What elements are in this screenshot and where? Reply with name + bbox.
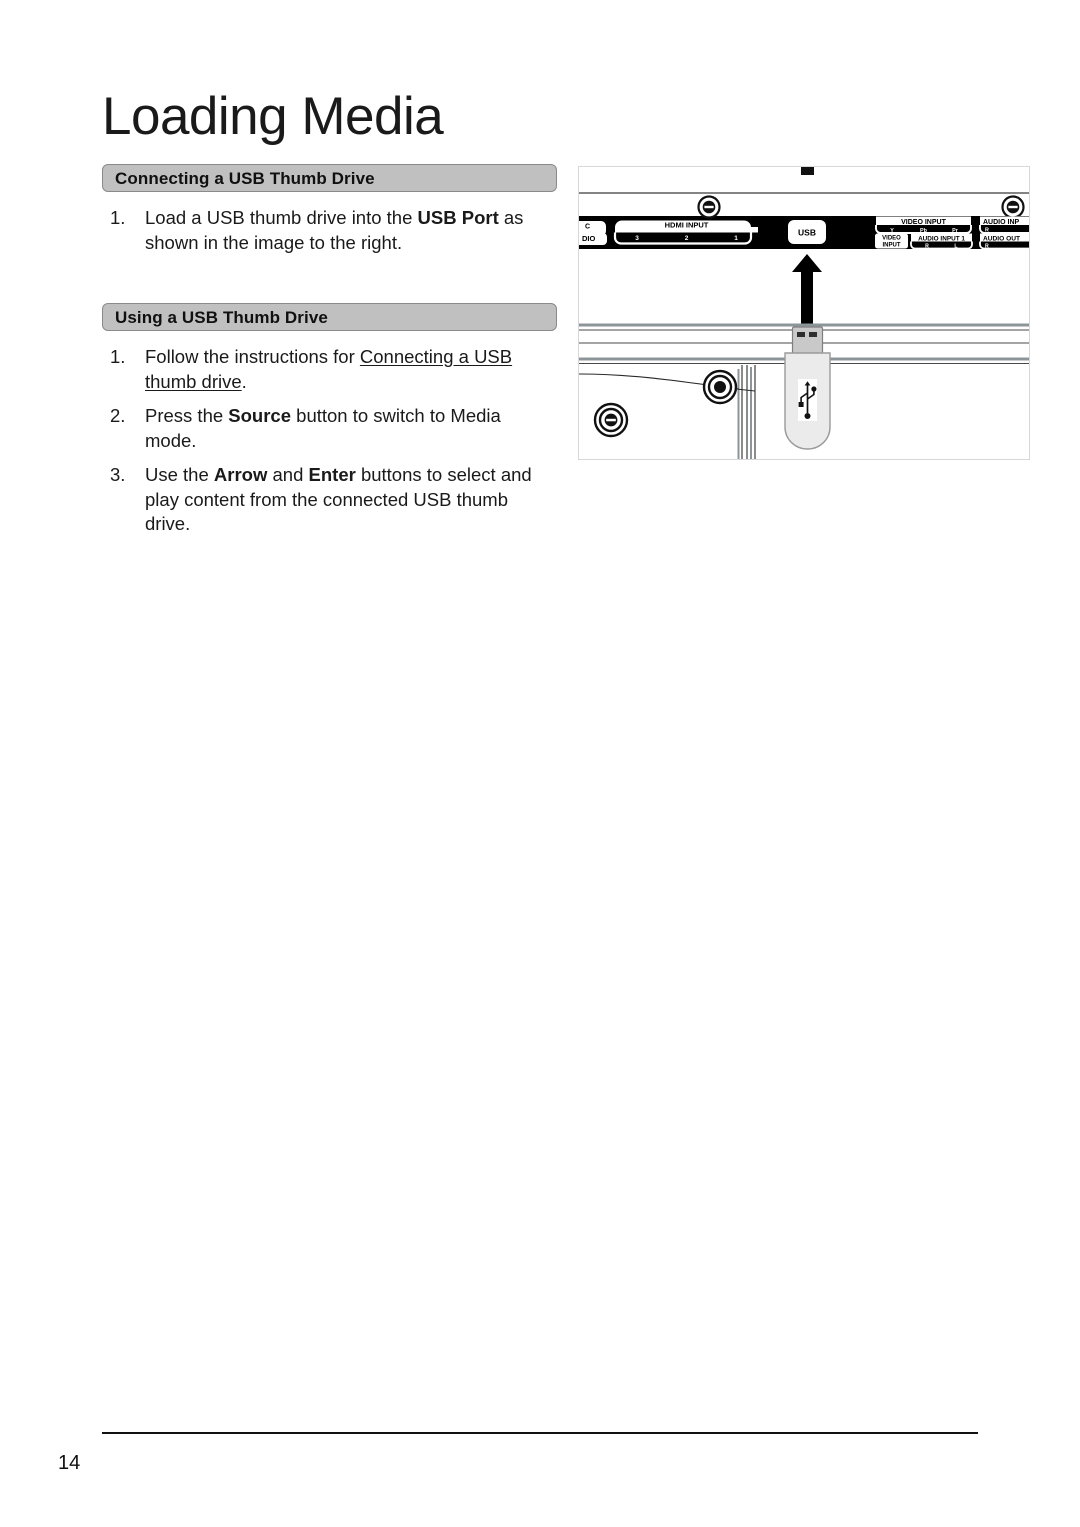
- svg-text:DIO: DIO: [582, 234, 596, 243]
- content-column: Connecting a USB Thumb Drive 1. Load a U…: [102, 164, 557, 563]
- svg-text:AUDIO OUT: AUDIO OUT: [983, 235, 1020, 242]
- video-input-composite-box: VIDEO INPUT: [875, 233, 908, 249]
- section-header-using: Using a USB Thumb Drive: [102, 303, 557, 331]
- list-item-text: Use the Arrow and Enter buttons to selec…: [145, 464, 532, 534]
- tv-rear-panel-illustration: C DIO HDMI INPUT 3 2 1 USB VIDEO INPUT Y…: [579, 167, 1029, 459]
- svg-text:AUDIO INP: AUDIO INP: [983, 219, 1020, 226]
- list-item: 3. Use the Arrow and Enter buttons to se…: [102, 463, 557, 537]
- steps-list-using: 1. Follow the instructions for Connectin…: [102, 345, 557, 537]
- ground-connector-icon: [593, 402, 629, 438]
- pc-audio-label-clipped: C DIO: [579, 221, 607, 245]
- section-header-label: Connecting a USB Thumb Drive: [115, 168, 375, 188]
- video-input-label: VIDEO INPUT Y Pb Pr: [875, 216, 972, 234]
- svg-text:C: C: [585, 224, 590, 231]
- alignment-tab: [801, 167, 814, 175]
- hdmi-input-label: HDMI INPUT 3 2 1: [613, 220, 758, 245]
- usb-connector: [791, 326, 824, 356]
- audio-input-right-label-clipped: AUDIO INP R: [979, 216, 1029, 234]
- ground-screw-icon: [1001, 195, 1025, 219]
- list-item-number: 1.: [110, 346, 126, 367]
- svg-text:AUDIO INPUT 1: AUDIO INPUT 1: [918, 235, 965, 242]
- steps-list-connecting: 1. Load a USB thumb drive into the USB P…: [102, 206, 557, 255]
- audio-output-right-label-clipped: AUDIO OUT R: [979, 233, 1029, 250]
- usb-trident-icon: [798, 379, 817, 421]
- svg-text:VIDEO INPUT: VIDEO INPUT: [901, 219, 946, 226]
- svg-text:USB: USB: [798, 228, 816, 238]
- list-item: 2. Press the Source button to switch to …: [102, 404, 557, 453]
- svg-text:3: 3: [635, 235, 639, 242]
- section-header-label: Using a USB Thumb Drive: [115, 307, 328, 327]
- list-item-text: Follow the instructions for Connecting a…: [145, 346, 513, 392]
- page-number: 14: [58, 1452, 81, 1474]
- list-item-number: 1.: [110, 207, 126, 228]
- section-header-connecting: Connecting a USB Thumb Drive: [102, 164, 557, 192]
- svg-text:2: 2: [685, 235, 689, 242]
- svg-text:1: 1: [734, 235, 738, 242]
- page-title: Loading Media: [102, 87, 444, 146]
- list-item-text: Load a USB thumb drive into the USB Port…: [145, 207, 524, 253]
- footer-divider: [102, 1432, 978, 1434]
- list-item: 1. Load a USB thumb drive into the USB P…: [102, 206, 557, 255]
- list-item-number: 2.: [110, 405, 126, 426]
- svg-text:INPUT: INPUT: [883, 242, 901, 248]
- svg-text:HDMI INPUT: HDMI INPUT: [665, 221, 709, 230]
- svg-text:VIDEO: VIDEO: [882, 236, 901, 242]
- list-item-number: 3.: [110, 464, 126, 485]
- usb-port-diagram: C DIO HDMI INPUT 3 2 1 USB VIDEO INPUT Y…: [578, 166, 1030, 460]
- usb-port-label: USB: [788, 220, 826, 244]
- list-item-text: Press the Source button to switch to Med…: [145, 405, 501, 451]
- list-item: 1. Follow the instructions for Connectin…: [102, 345, 557, 394]
- audio-input-1-label: AUDIO INPUT 1 R L: [910, 233, 973, 250]
- ground-screw-icon: [697, 195, 721, 219]
